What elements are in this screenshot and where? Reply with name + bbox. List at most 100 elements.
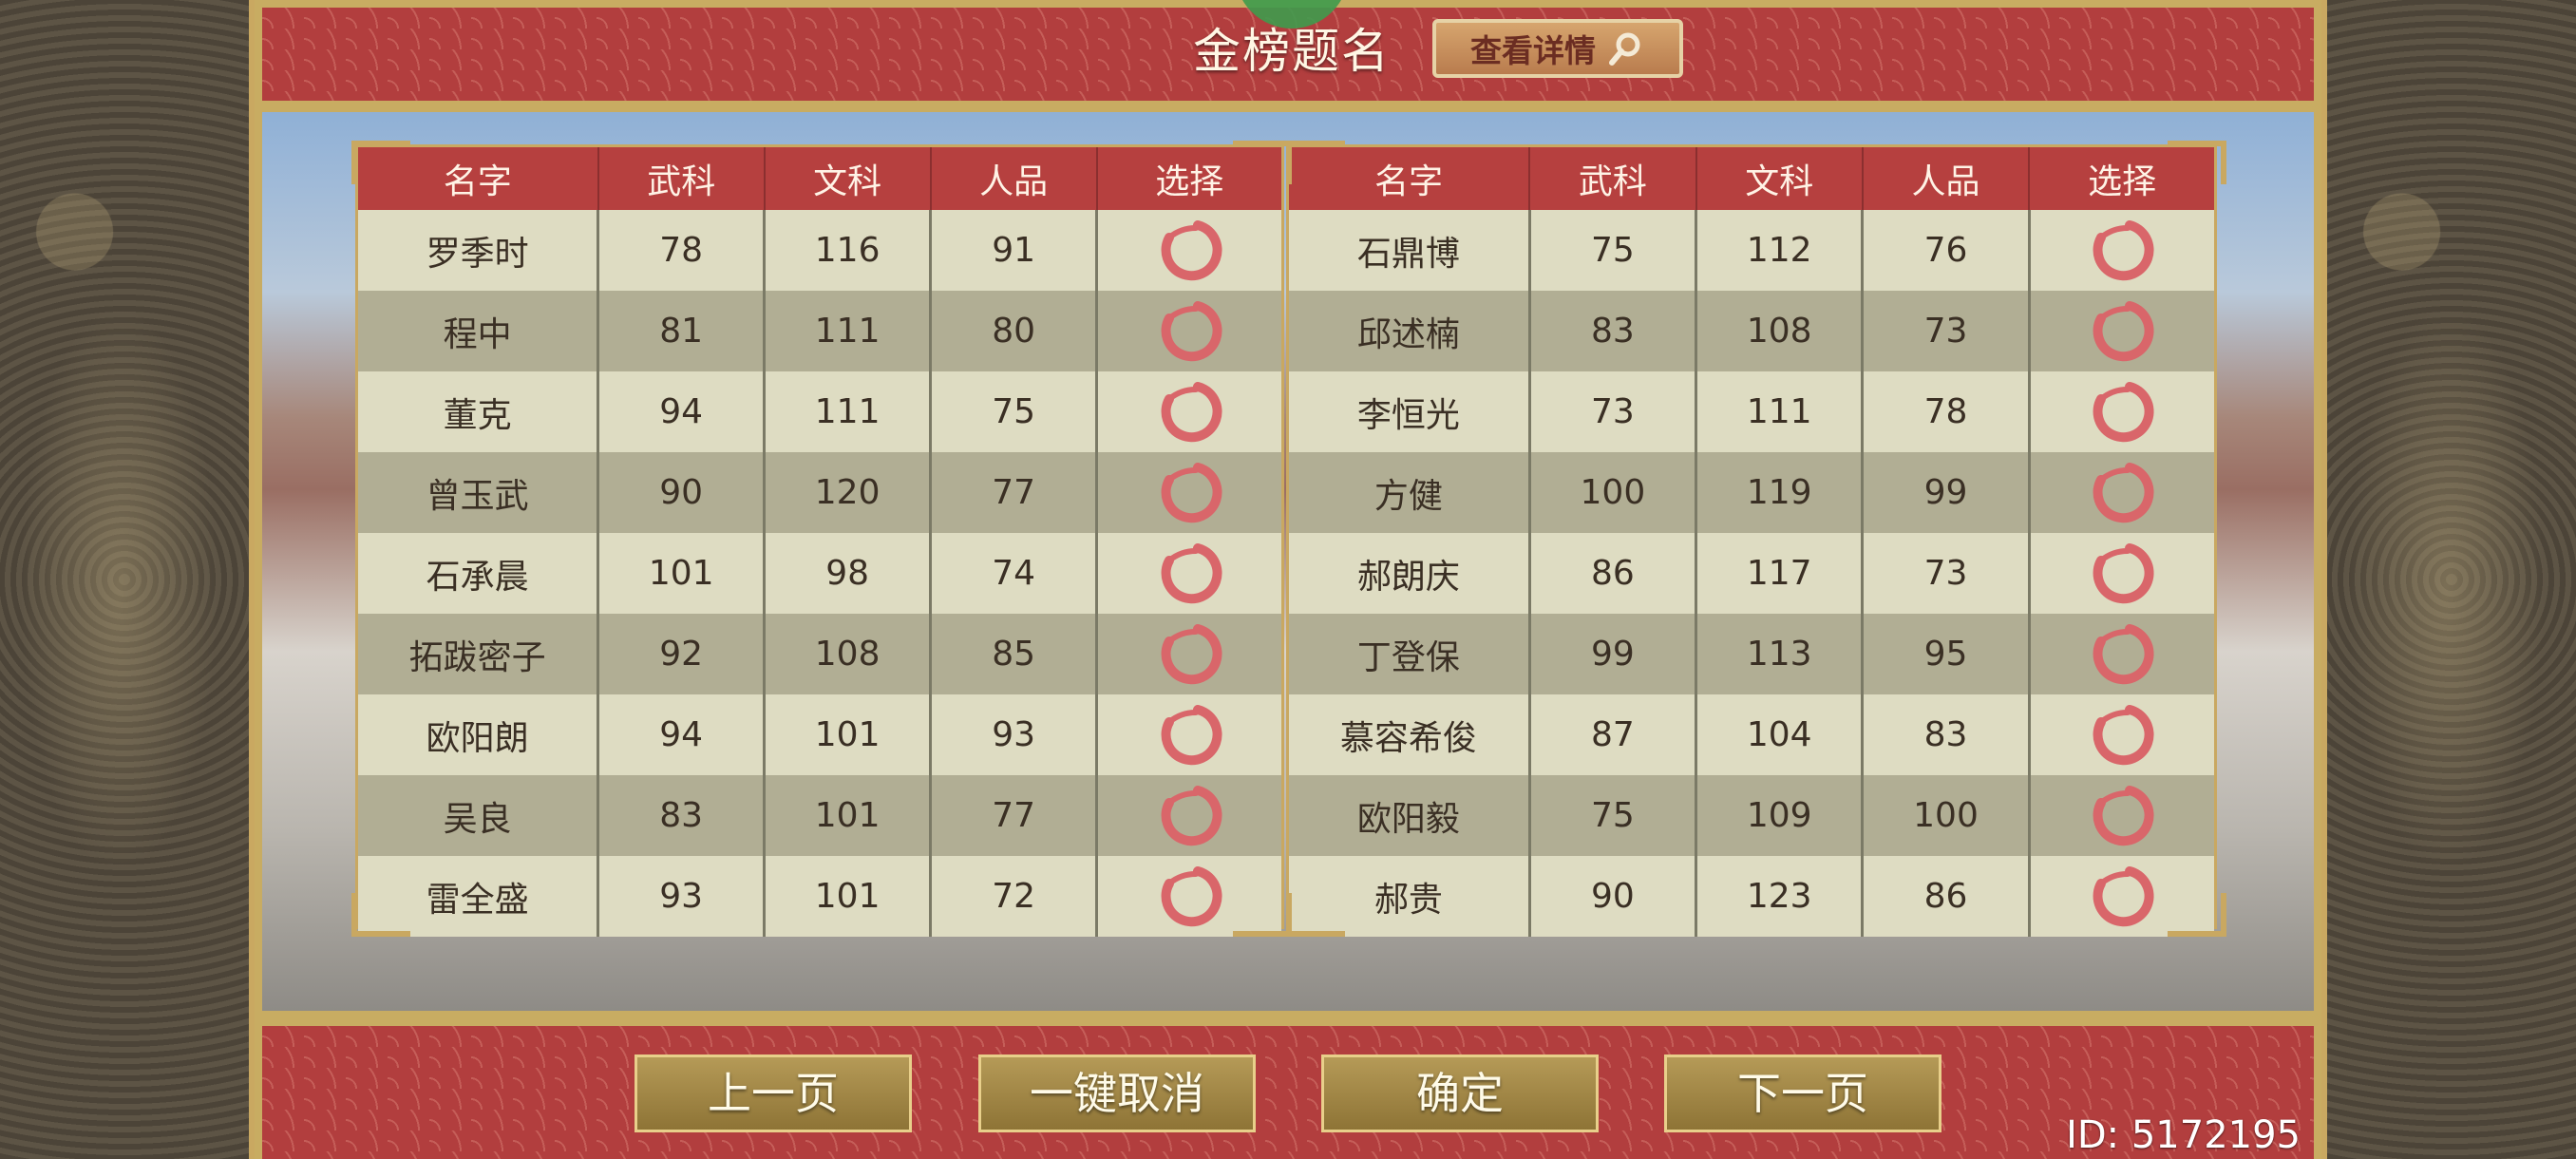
table-cell: 92: [597, 614, 767, 694]
brush-circle-icon: [1161, 865, 1222, 926]
table-cell: 101: [764, 694, 933, 775]
table-cell: 李恒光: [1289, 371, 1531, 452]
corner-ornament: [2168, 141, 2226, 184]
table-cell: 100: [1862, 775, 2031, 856]
select-toggle[interactable]: [1096, 694, 1281, 775]
table-cell: 75: [1529, 210, 1698, 291]
select-toggle[interactable]: [2029, 533, 2214, 614]
table-cell: 慕容希俊: [1289, 694, 1531, 775]
select-toggle[interactable]: [1096, 452, 1281, 533]
next-page-button[interactable]: 下一页: [1664, 1054, 1941, 1132]
prev-page-button[interactable]: 上一页: [635, 1054, 912, 1132]
left-dragon-panel: [0, 0, 255, 1159]
table-cell: 108: [764, 614, 933, 694]
table-cell: 欧阳朗: [358, 694, 600, 775]
page-title: 金榜题名: [1193, 24, 1391, 79]
dragon-ornament: [19, 304, 218, 874]
table-cell: 石承晨: [358, 533, 600, 614]
column-header: 武科: [1529, 147, 1697, 210]
table-row: 董克 94 111 75: [358, 371, 1281, 452]
table-row: 程中 81 111 80: [358, 291, 1281, 371]
select-toggle[interactable]: [2029, 452, 2214, 533]
table-cell: 程中: [358, 291, 600, 371]
table-row: 吴良 83 101 77: [358, 775, 1281, 856]
table-row: 方健 100 119 99: [1289, 452, 2214, 533]
confirm-button[interactable]: 确定: [1321, 1054, 1599, 1132]
table-cell: 90: [1529, 856, 1698, 937]
table-cell: 73: [1862, 291, 2031, 371]
select-toggle[interactable]: [2029, 614, 2214, 694]
brush-circle-icon: [2093, 623, 2154, 684]
table-cell: 77: [930, 452, 1099, 533]
right-dragon-panel: [2321, 0, 2576, 1159]
table-row: 曾玉武 90 120 77: [358, 452, 1281, 533]
corner-ornament: [2168, 893, 2226, 937]
column-header: 武科: [597, 147, 766, 210]
table-cell: 77: [930, 775, 1099, 856]
cancel-all-button[interactable]: 一键取消: [978, 1054, 1256, 1132]
select-toggle[interactable]: [2029, 694, 2214, 775]
table-cell: 111: [764, 371, 933, 452]
brush-circle-icon: [2093, 704, 2154, 765]
brush-circle-icon: [2093, 865, 2154, 926]
table-cell: 83: [597, 775, 767, 856]
table-cell: 112: [1695, 210, 1865, 291]
table-row: 罗季时 78 116 91: [358, 210, 1281, 291]
table-cell: 85: [930, 614, 1099, 694]
table-cell: 120: [764, 452, 933, 533]
table-cell: 75: [930, 371, 1099, 452]
table-row: 雷全盛 93 101 72: [358, 856, 1281, 937]
table-cell: 郝朗庆: [1289, 533, 1531, 614]
select-toggle[interactable]: [2029, 291, 2214, 371]
table-cell: 72: [930, 856, 1099, 937]
view-details-label: 查看详情: [1470, 32, 1596, 69]
table-row: 李恒光 73 111 78: [1289, 371, 2214, 452]
brush-circle-icon: [1161, 623, 1222, 684]
table-cell: 93: [597, 856, 767, 937]
table-cell: 拓跋密子: [358, 614, 600, 694]
table-cell: 117: [1695, 533, 1865, 614]
table-cell: 73: [1529, 371, 1698, 452]
table-header: 名字 武科 文科 人品 选择: [1289, 147, 2214, 210]
table-cell: 99: [1529, 614, 1698, 694]
select-toggle[interactable]: [1096, 614, 1281, 694]
select-toggle[interactable]: [2029, 775, 2214, 856]
user-id: ID: 5172195: [2066, 1113, 2301, 1157]
select-toggle[interactable]: [1096, 291, 1281, 371]
table-cell: 113: [1695, 614, 1865, 694]
corner-ornament: [1286, 141, 1345, 184]
table-cell: 罗季时: [358, 210, 600, 291]
corner-ornament: [1233, 893, 1292, 937]
table-cell: 99: [1862, 452, 2031, 533]
corner-ornament: [351, 893, 410, 937]
brush-circle-icon: [1161, 300, 1222, 361]
select-toggle[interactable]: [1096, 775, 1281, 856]
select-toggle[interactable]: [1096, 210, 1281, 291]
brush-circle-icon: [1161, 219, 1222, 280]
table-cell: 95: [1862, 614, 2031, 694]
corner-ornament: [351, 141, 410, 184]
column-header: 人品: [930, 147, 1098, 210]
brush-circle-icon: [2093, 462, 2154, 522]
table-cell: 90: [597, 452, 767, 533]
table-cell: 100: [1529, 452, 1698, 533]
select-toggle[interactable]: [2029, 371, 2214, 452]
select-toggle[interactable]: [1096, 533, 1281, 614]
table-cell: 80: [930, 291, 1099, 371]
table-row: 拓跋密子 92 108 85: [358, 614, 1281, 694]
table-cell: 曾玉武: [358, 452, 600, 533]
table-cell: 吴良: [358, 775, 600, 856]
table-cell: 108: [1695, 291, 1865, 371]
table-cell: 87: [1529, 694, 1698, 775]
select-toggle[interactable]: [1096, 371, 1281, 452]
table-row: 郝贵 90 123 86: [1289, 856, 2214, 937]
column-header: 文科: [764, 147, 932, 210]
table-row: 石承晨 101 98 74: [358, 533, 1281, 614]
table-row: 丁登保 99 113 95: [1289, 614, 2214, 694]
magnifier-icon: [1609, 32, 1640, 66]
brush-circle-icon: [2093, 381, 2154, 442]
corner-ornament: [1233, 141, 1292, 184]
table-cell: 109: [1695, 775, 1865, 856]
select-toggle[interactable]: [2029, 210, 2214, 291]
view-details-button[interactable]: 查看详情: [1432, 19, 1683, 78]
